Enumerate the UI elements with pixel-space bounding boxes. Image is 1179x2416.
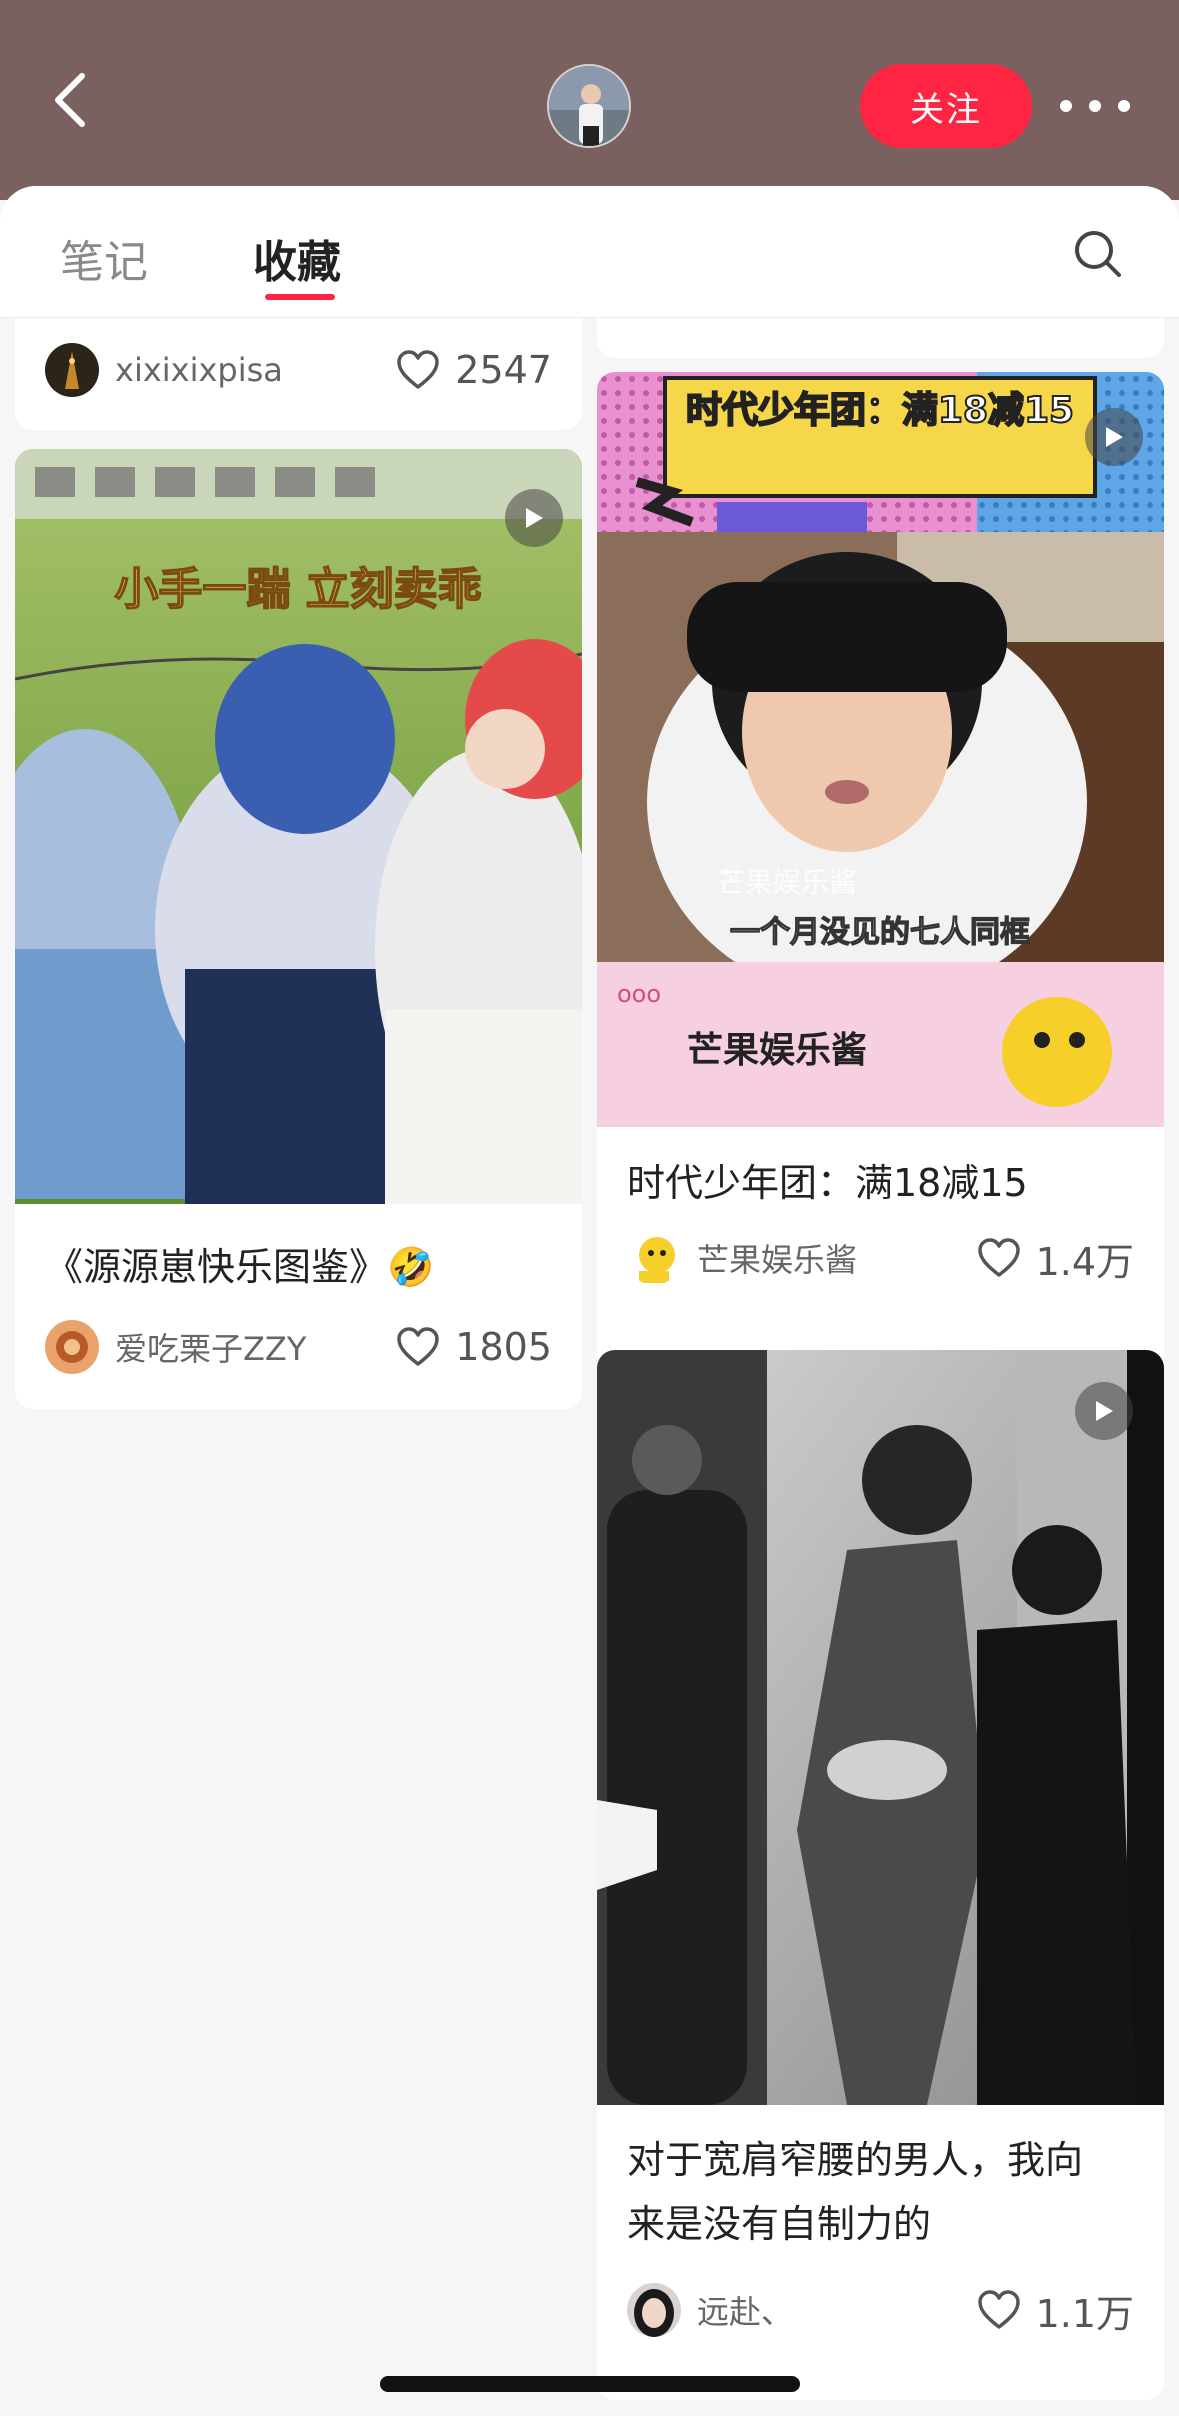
watermark-text: 芒果娱乐酱 — [717, 866, 857, 899]
like-number: 2547 — [455, 348, 552, 392]
like-count[interactable]: 2547 — [395, 348, 552, 392]
heart-icon — [397, 1327, 440, 1366]
play-icon — [1096, 1401, 1113, 1421]
caption-text: 一个月没见的七人同框 — [730, 915, 1030, 950]
video-badge — [505, 489, 563, 547]
active-tab-indicator — [265, 294, 335, 300]
tab-collections[interactable]: 收藏 — [253, 226, 341, 290]
note-card[interactable]: xixixixpisa 2547 — [15, 318, 582, 430]
like-number: 1.1万 — [1035, 2291, 1134, 2336]
author-name: 爱吃栗子ZZY — [115, 1330, 307, 1368]
follow-button[interactable]: 关注 — [860, 64, 1032, 148]
banner-text: 时代少年团：满18减15 — [686, 390, 1074, 431]
author-avatar — [627, 1231, 681, 1285]
more-dots-icon — [1060, 100, 1072, 112]
tab-notes[interactable]: 笔记 — [60, 226, 148, 290]
note-title-line2: 来是没有自制力的 — [627, 2202, 932, 2246]
heart-icon — [977, 2290, 1020, 2329]
note-title: 《源源崽快乐图鉴》🤣 — [45, 1245, 435, 1289]
author-avatar — [45, 343, 99, 397]
note-card[interactable]: 对于宽肩窄腰的男人，我向 来是没有自制力的 远赴、 1.1万 — [597, 1350, 1164, 2400]
like-count[interactable]: 1.4万 — [976, 1231, 1134, 1286]
note-card[interactable]: 小手一踹 立刻卖乖 《源源崽快乐图鉴》🤣 爱吃栗子ZZY 1805 — [15, 449, 582, 1409]
svg-text:ooo: ooo — [617, 980, 661, 1008]
note-card-partial[interactable] — [597, 318, 1164, 358]
author-avatar — [45, 1320, 99, 1374]
note-cover-image — [597, 1350, 1164, 2105]
heart-icon — [977, 1238, 1020, 1277]
back-button[interactable] — [50, 70, 100, 140]
back-arrow-icon — [55, 73, 85, 127]
note-title-line1: 对于宽肩窄腰的男人，我向 — [627, 2138, 1084, 2182]
more-button[interactable] — [1060, 88, 1130, 124]
cover-overlay-text: 小手一踹 立刻卖乖 — [114, 564, 481, 615]
like-number: 1805 — [455, 1325, 552, 1369]
video-badge — [1085, 408, 1143, 466]
author-avatar — [627, 2283, 681, 2337]
note-cover-image: 小手一踹 立刻卖乖 — [15, 449, 582, 1204]
like-number: 1.4万 — [1035, 1239, 1134, 1284]
like-count[interactable]: 1.1万 — [976, 2283, 1134, 2338]
video-badge — [1075, 1382, 1133, 1440]
search-icon[interactable] — [1072, 228, 1124, 280]
profile-avatar[interactable] — [547, 64, 631, 148]
play-icon — [1106, 427, 1123, 447]
content-sheet: 笔记 收藏 xixixixpisa 2547 小手一踹 立刻卖乖 《源源崽快乐图… — [0, 186, 1179, 2416]
author-name: xixixixpisa — [115, 351, 283, 389]
author-name: 远赴、 — [697, 2293, 794, 2331]
home-indicator[interactable] — [380, 2376, 800, 2392]
top-bar: 关注 — [0, 0, 1179, 200]
author-name: 芒果娱乐酱 — [697, 1241, 858, 1279]
tab-bar: 笔记 收藏 — [0, 186, 1179, 318]
play-icon — [526, 508, 543, 528]
note-title: 时代少年团：满18减15 — [627, 1161, 1028, 1205]
like-count[interactable]: 1805 — [395, 1325, 552, 1369]
heart-icon — [397, 350, 440, 389]
brand-text: 芒果娱乐酱 — [687, 1030, 867, 1071]
